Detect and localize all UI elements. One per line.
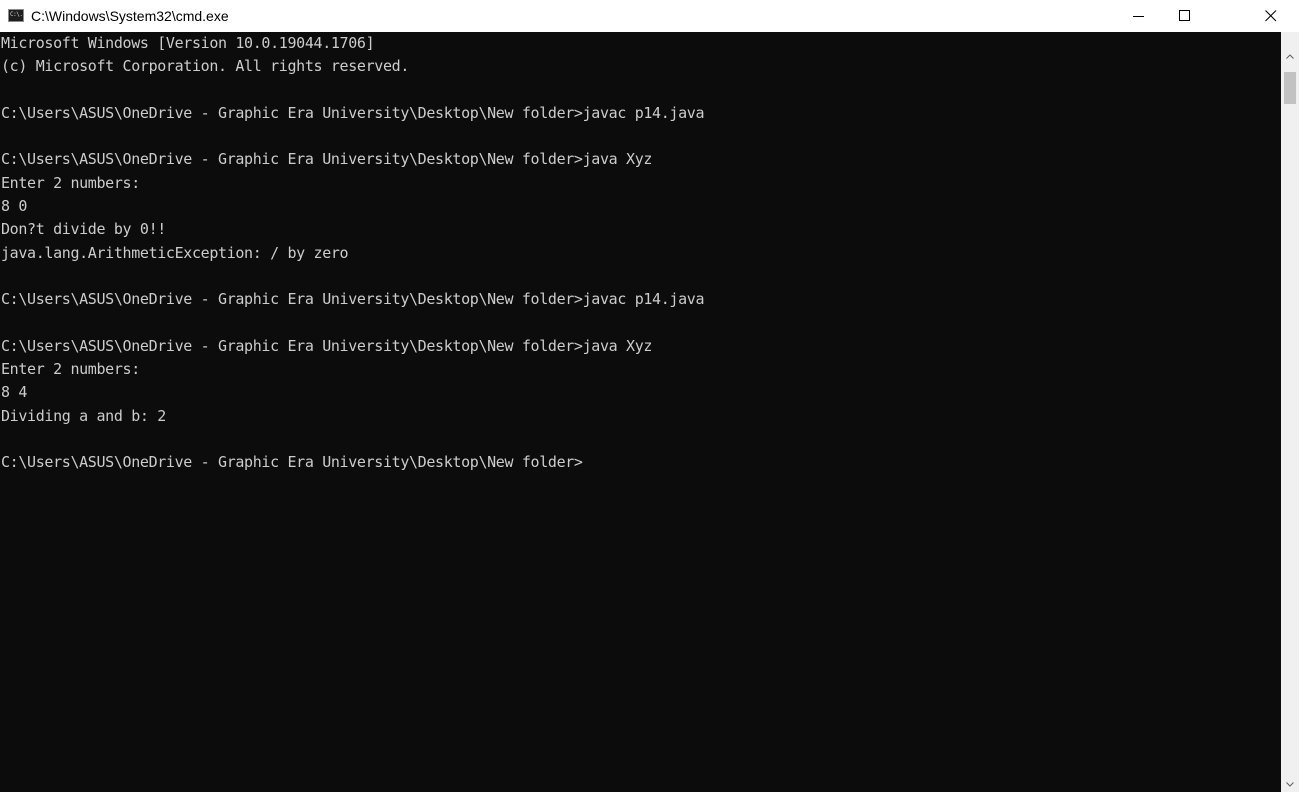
scroll-up-button[interactable] <box>1281 32 1299 72</box>
console-line: C:\Users\ASUS\OneDrive - Graphic Era Uni… <box>1 150 653 169</box>
minimize-icon <box>1133 16 1144 17</box>
console-output[interactable]: Microsoft Windows [Version 10.0.19044.17… <box>0 32 1281 792</box>
console-line: Enter 2 numbers: <box>1 360 140 379</box>
window-title: C:\Windows\System32\cmd.exe <box>31 8 229 24</box>
console-line: (c) Microsoft Corporation. All rights re… <box>1 57 409 76</box>
console-line: 8 4 <box>1 383 28 402</box>
maximize-icon <box>1179 10 1190 21</box>
console-line: Dividing a and b: 2 <box>1 406 166 425</box>
console-line: C:\Users\ASUS\OneDrive - Graphic Era Uni… <box>1 290 705 309</box>
close-icon <box>1265 10 1277 22</box>
console-line: C:\Users\ASUS\OneDrive - Graphic Era Uni… <box>1 103 705 122</box>
title-bar[interactable]: C:\. C:\Windows\System32\cmd.exe <box>0 0 1299 32</box>
cmd-app-icon[interactable]: C:\. <box>8 9 24 22</box>
chevron-down-icon <box>1286 782 1294 787</box>
close-button[interactable] <box>1248 0 1294 32</box>
console-line: Enter 2 numbers: <box>1 173 140 192</box>
console-line: java.lang.ArithmeticException: / by zero <box>1 243 349 262</box>
cmd-window: C:\. C:\Windows\System32\cmd.exe Microso… <box>0 0 1299 792</box>
console-line: 8 0 <box>1 197 28 216</box>
console-line: Microsoft Windows [Version 10.0.19044.17… <box>1 34 375 52</box>
chevron-up-icon <box>1286 54 1294 59</box>
cmd-app-icon-glyph: C:\. <box>10 11 23 18</box>
vertical-scrollbar[interactable] <box>1281 32 1299 792</box>
scroll-thumb[interactable] <box>1284 72 1296 104</box>
console-line: C:\Users\ASUS\OneDrive - Graphic Era Uni… <box>1 336 653 355</box>
minimize-button[interactable] <box>1116 0 1162 32</box>
scroll-down-button[interactable] <box>1281 774 1299 792</box>
console-line: Don?t divide by 0!! <box>1 220 166 239</box>
console-line: C:\Users\ASUS\OneDrive - Graphic Era Uni… <box>1 453 583 472</box>
maximize-button[interactable] <box>1162 0 1208 32</box>
